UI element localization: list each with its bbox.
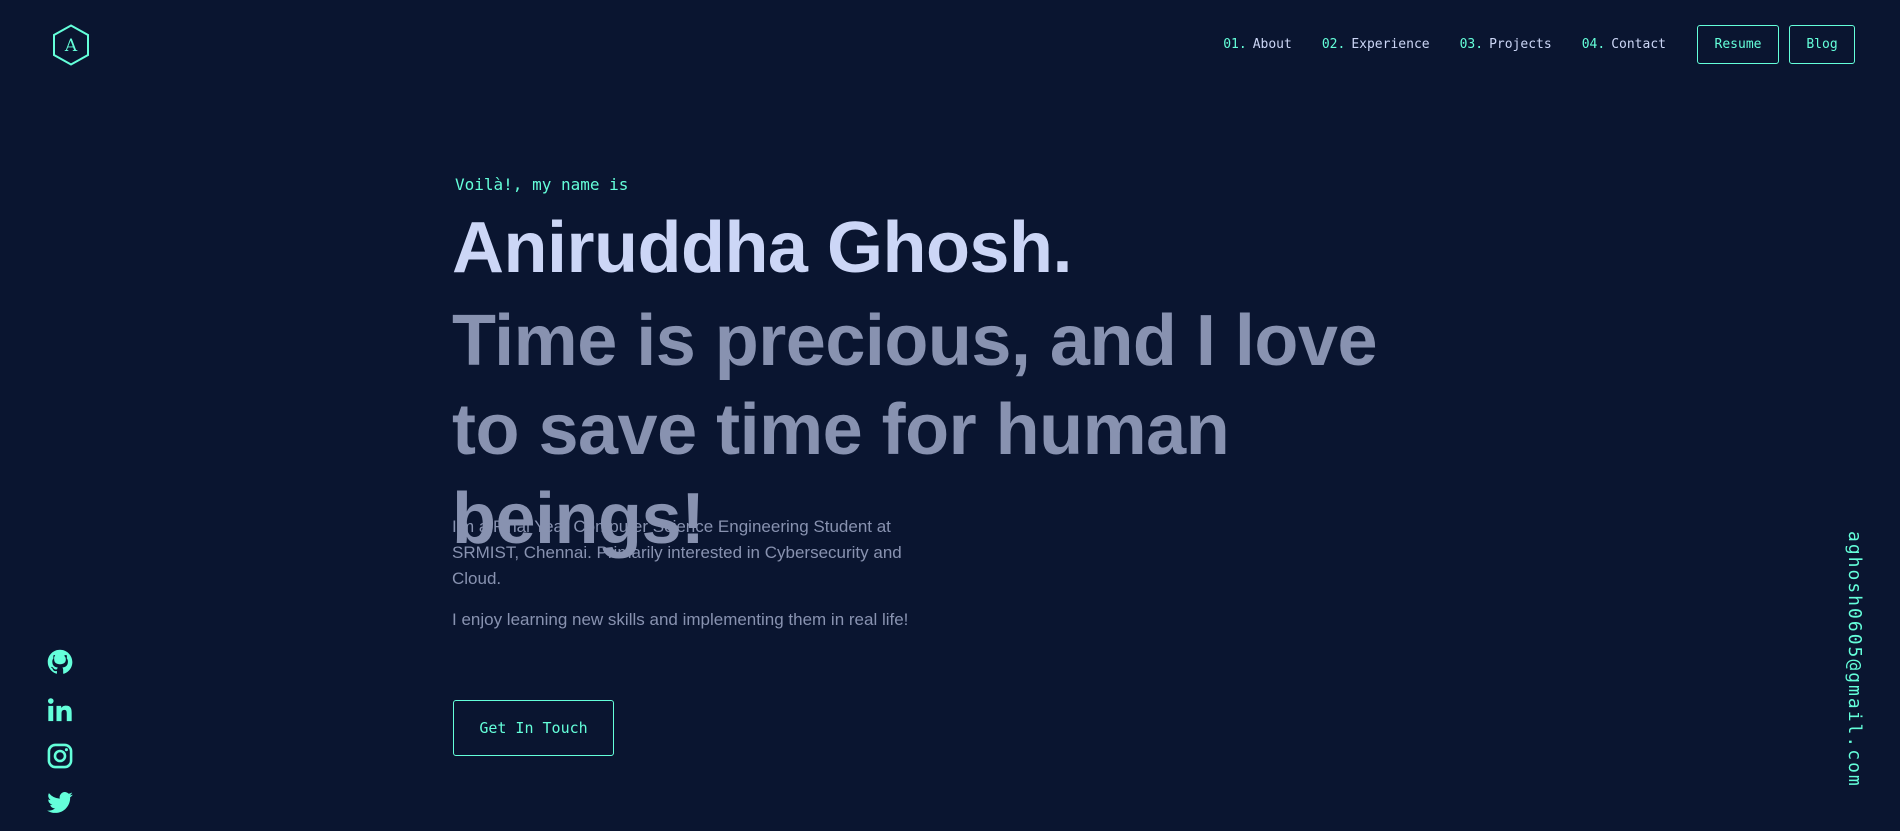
nav-label: Projects [1489, 37, 1552, 52]
nav-item-about[interactable]: 01. About [1223, 37, 1292, 52]
github-icon [47, 649, 73, 674]
hero-bio-secondary: I enjoy learning new skills and implemen… [452, 610, 909, 629]
nav-number: 01. [1223, 37, 1247, 52]
hexagon-logo-icon: A [53, 24, 89, 66]
nav-number: 03. [1459, 37, 1484, 52]
nav-item-experience[interactable]: 02. Experience [1322, 37, 1430, 52]
linkedin-link[interactable] [46, 696, 74, 724]
nav-item-contact[interactable]: 04. Contact [1582, 37, 1666, 52]
logo-letter: A [64, 36, 78, 56]
nav-label: Experience [1351, 37, 1430, 52]
twitter-icon [47, 792, 73, 813]
email-link[interactable]: aghosh0605@gmail.com [1843, 531, 1865, 821]
nav-item-projects[interactable]: 03. Projects [1460, 37, 1552, 52]
main-nav: 01. About 02. Experience 03. Projects 04. Co… [1223, 25, 1855, 64]
blog-button[interactable]: Blog [1789, 25, 1855, 64]
github-link[interactable] [46, 648, 74, 676]
hero-bio: I'm a Final Year Computer Science Engine… [452, 517, 902, 588]
get-in-touch-button[interactable]: Get In Touch [453, 700, 614, 756]
nav-number: 02. [1321, 37, 1346, 52]
twitter-link[interactable] [46, 789, 74, 817]
hero-greeting: Voilà!, my name is [455, 175, 629, 194]
instagram-icon [47, 743, 73, 769]
hero-name: Aniruddha Ghosh. [452, 208, 1072, 288]
resume-button[interactable]: Resume [1697, 25, 1779, 64]
linkedin-icon [47, 698, 72, 722]
instagram-link[interactable] [46, 742, 74, 770]
nav-number: 04. [1581, 37, 1606, 52]
nav-label: About [1252, 37, 1292, 52]
nav-label: Contact [1611, 37, 1666, 52]
logo-link[interactable]: A [52, 24, 90, 66]
